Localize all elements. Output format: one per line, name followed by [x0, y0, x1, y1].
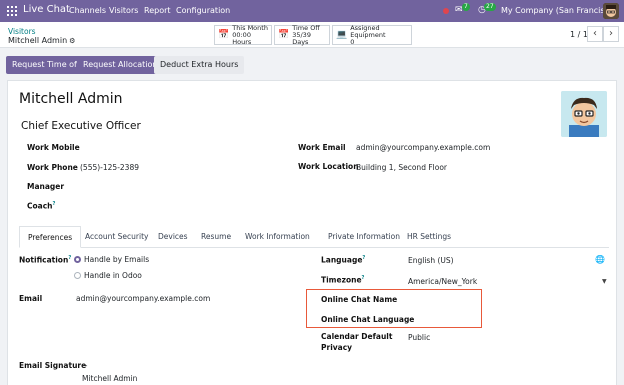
help-icon[interactable]: ? [362, 275, 365, 281]
radio-handle-in-odoo[interactable] [74, 272, 81, 279]
menu-configuration[interactable]: Configuration [176, 6, 230, 15]
work-phone-label: Work Phone [27, 163, 78, 172]
user-avatar[interactable] [603, 3, 619, 19]
notification-label-text: Notification [19, 255, 69, 265]
red-dot-icon[interactable] [443, 8, 449, 14]
notebook-tabs: Preferences Account Security Devices Res… [19, 226, 609, 248]
language-label-text: Language [321, 255, 363, 265]
laptop-icon: 💻 [336, 30, 348, 40]
smart-button-line1: Assigned Equipment [350, 23, 386, 39]
calendar-icon: 📅 [278, 30, 290, 40]
calendar-privacy-label-line2: Privacy [321, 343, 353, 352]
calendar-icon: 📅 [218, 30, 230, 40]
activities-badge: 27 [484, 3, 496, 11]
smart-button-time-off[interactable]: 📅 Time Off 35/39 Days [274, 24, 330, 46]
smart-button-line2: 0 [350, 37, 355, 46]
work-location-label: Work Location [298, 162, 359, 171]
employee-job-title[interactable]: Chief Executive Officer [21, 120, 141, 132]
email-signature-label: Email Signature [19, 361, 87, 370]
gear-icon[interactable]: ⚙ [69, 37, 75, 45]
request-allocation-button[interactable]: Request Allocation [77, 56, 164, 74]
online-chat-name-label: Online Chat Name [321, 295, 398, 304]
timezone-label: Timezone? [321, 275, 364, 285]
work-mobile-label: Work Mobile [27, 143, 80, 152]
language-select[interactable]: English (US) [408, 256, 454, 265]
notification-label: Notification? [19, 255, 71, 265]
chevron-right-icon[interactable]: › [603, 26, 619, 42]
signature-line-1[interactable]: -- [82, 361, 87, 370]
help-icon[interactable]: ? [362, 255, 365, 261]
top-navbar: Live Chat Channels Visitors Report Confi… [0, 0, 624, 22]
language-label: Language? [321, 255, 365, 265]
timezone-label-text: Timezone [321, 275, 362, 285]
work-email-value[interactable]: admin@yourcompany.example.com [356, 143, 490, 152]
chevron-down-icon[interactable]: ▼ [602, 278, 607, 285]
employee-photo[interactable] [561, 91, 607, 137]
menu-report[interactable]: Report [144, 6, 171, 15]
calendar-privacy-label: Calendar Default Privacy [321, 332, 392, 352]
globe-icon[interactable]: 🌐 [595, 255, 605, 264]
deduct-extra-hours-button[interactable]: Deduct Extra Hours [154, 56, 245, 74]
tab-devices[interactable]: Devices [150, 226, 196, 248]
menu-channels[interactable]: Channels [69, 6, 106, 15]
company-switcher[interactable]: My Company (San Francisco) [501, 6, 617, 15]
request-time-off-button[interactable]: Request Time off [6, 56, 86, 74]
help-icon[interactable]: ? [68, 255, 71, 261]
tab-hr-settings[interactable]: HR Settings [399, 226, 459, 248]
smart-button-this-month[interactable]: 📅 This Month 00:00 Hours [214, 24, 272, 46]
app-name[interactable]: Live Chat [23, 4, 70, 15]
breadcrumb-current: Mitchell Admin ⚙ [8, 36, 75, 45]
apps-grid-icon[interactable] [7, 6, 17, 16]
signature-line-2[interactable]: Mitchell Admin [82, 374, 137, 383]
email-label: Email [19, 294, 43, 303]
status-bar: Request Time off Request Allocation Dedu… [0, 48, 624, 78]
smart-button-line2: 35/39 Days [292, 30, 311, 46]
work-location-value[interactable]: Building 1, Second Floor [356, 163, 447, 172]
tab-account-security[interactable]: Account Security [77, 226, 156, 248]
work-phone-value[interactable]: (555)-125-2389 [80, 163, 139, 172]
manager-label: Manager [27, 182, 65, 191]
smart-button-equipment[interactable]: 💻 Assigned Equipment 0 [332, 23, 412, 46]
online-chat-language-label: Online Chat Language [321, 315, 415, 324]
smart-button-line2: 00:00 Hours [232, 30, 252, 46]
timezone-select[interactable]: America/New_York [408, 277, 477, 286]
pager-value[interactable]: 1 / 1 [570, 30, 588, 39]
tab-work-information[interactable]: Work Information [237, 226, 318, 248]
form-sheet: Mitchell Admin Chief Executive Officer W… [7, 80, 617, 385]
help-icon[interactable]: ? [53, 201, 56, 207]
breadcrumb-parent[interactable]: Visitors [8, 27, 36, 36]
option-handle-in-odoo[interactable]: Handle in Odoo [84, 271, 142, 280]
radio-handle-by-emails[interactable] [74, 256, 81, 263]
breadcrumb-current-label: Mitchell Admin [8, 36, 68, 45]
coach-label: Coach? [27, 201, 55, 211]
tab-resume[interactable]: Resume [193, 226, 239, 248]
email-value[interactable]: admin@yourcompany.example.com [76, 294, 210, 303]
employee-name[interactable]: Mitchell Admin [19, 91, 123, 107]
control-panel: Visitors Mitchell Admin ⚙ 📅 This Month 00… [0, 22, 624, 48]
work-email-label: Work Email [298, 143, 346, 152]
messages-badge: 7 [462, 3, 470, 11]
calendar-privacy-label-line1: Calendar Default [321, 332, 393, 341]
chevron-left-icon[interactable]: ‹ [587, 26, 603, 42]
option-handle-by-emails[interactable]: Handle by Emails [84, 255, 149, 264]
tab-preferences[interactable]: Preferences [19, 226, 82, 248]
coach-label-text: Coach [27, 201, 53, 211]
tab-private-information[interactable]: Private Information [320, 226, 408, 248]
menu-visitors[interactable]: Visitors [109, 6, 138, 15]
calendar-privacy-value[interactable]: Public [408, 333, 430, 342]
